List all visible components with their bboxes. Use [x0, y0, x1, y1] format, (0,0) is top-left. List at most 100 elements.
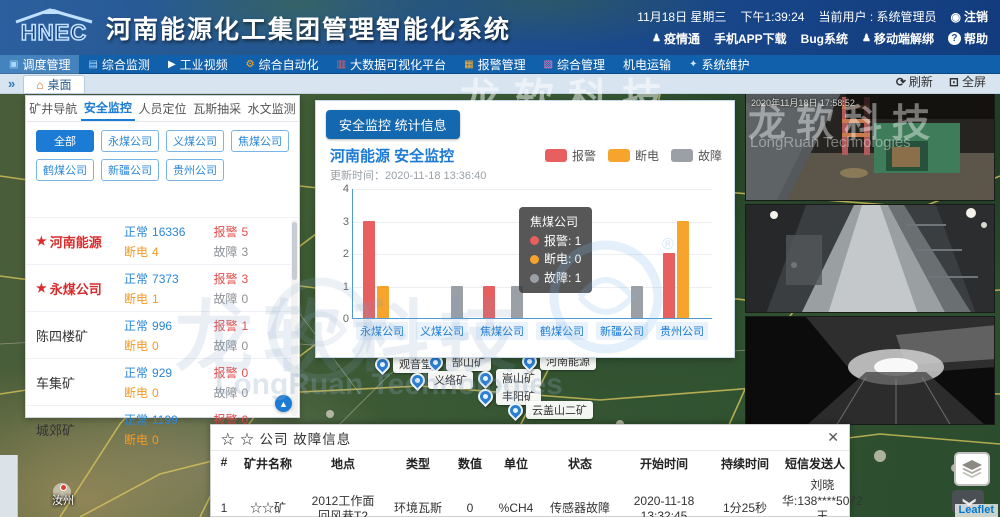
- bar-贵州公司-断电[interactable]: [677, 221, 689, 319]
- column-header-状态: 状态: [541, 451, 619, 476]
- company-row[interactable]: 车集矿正常929报警0断电0故障0: [26, 358, 299, 405]
- legend-item-报警[interactable]: 报警: [545, 147, 596, 164]
- legend-item-断电[interactable]: 断电: [608, 147, 659, 164]
- nav-item-调度管理[interactable]: ▣调度管理: [0, 55, 79, 74]
- filter-button-义煤公司[interactable]: 义煤公司: [166, 130, 224, 152]
- stat-fault: 故障3: [213, 243, 285, 260]
- svg-text:HNEC: HNEC: [21, 20, 87, 45]
- tooltip-dot: [530, 236, 539, 245]
- chart-x-labels: 永煤公司义煤公司焦煤公司鹤煤公司新疆公司贵州公司: [352, 322, 712, 342]
- map-pin-icon: [475, 367, 496, 388]
- header-link-label: Bug系统: [801, 30, 848, 47]
- stat-alarm: 报警3: [213, 270, 285, 287]
- nav-item-label: 系统维护: [701, 56, 749, 73]
- scroll-up-button[interactable]: ▲: [275, 395, 292, 412]
- column-header-短信发送人: 短信发送人: [781, 451, 849, 476]
- header-link-手机APP下载[interactable]: 手机APP下载: [714, 30, 787, 47]
- stat-normal: 正常7373: [124, 270, 213, 287]
- company-stats: 正常7373报警3断电1故障0: [124, 270, 285, 307]
- nav-item-综合监测[interactable]: ▤综合监测: [79, 55, 158, 74]
- nav-item-系统维护[interactable]: ✦系统维护: [680, 55, 758, 74]
- tooltip-dot: [530, 255, 539, 264]
- company-row[interactable]: 陈四楼矿正常996报警1断电0故障0: [26, 311, 299, 358]
- filter-button-全部[interactable]: 全部: [36, 130, 94, 152]
- camera-feed-2[interactable]: [745, 204, 995, 313]
- company-stats: 正常16336报警5断电4故障3: [124, 223, 285, 260]
- map-pin-义络矿[interactable]: 义络矿: [410, 371, 473, 389]
- filter-button-焦煤公司[interactable]: 焦煤公司: [231, 130, 289, 152]
- stats-header-button[interactable]: 安全监控 统计信息: [326, 110, 460, 139]
- nav-item-综合自动化[interactable]: ⚙综合自动化: [237, 55, 328, 74]
- app-root: 观音堂郜山矿义络矿嵩山矿丰阳矿云盖山二矿河南能源汝州 ❮ Leaflet HNE…: [0, 0, 1000, 517]
- header-link-疫情通[interactable]: ♟疫情通: [652, 30, 700, 47]
- cell-数值: 0: [449, 476, 491, 517]
- filter-button-新疆公司[interactable]: 新疆公司: [101, 159, 159, 181]
- panel-tab-人员定位[interactable]: 人员定位: [135, 96, 190, 121]
- header-link-label: 手机APP下载: [714, 30, 787, 47]
- filter-button-永煤公司[interactable]: 永煤公司: [101, 130, 159, 152]
- panel-tab-水文监测[interactable]: 水文监测: [244, 96, 299, 121]
- header-link-移动端解绑[interactable]: ♟移动端解绑: [862, 30, 934, 47]
- filter-button-贵州公司[interactable]: 贵州公司: [166, 159, 224, 181]
- bar-贵州公司-报警[interactable]: [663, 253, 675, 318]
- map-layers-control[interactable]: [954, 452, 990, 486]
- company-row[interactable]: ★河南能源正常16336报警5断电4故障3: [26, 217, 299, 264]
- company-name-label: 陈四楼矿: [36, 326, 88, 345]
- legend-item-故障[interactable]: 故障: [671, 147, 722, 164]
- panel-scrollbar[interactable]: [291, 220, 298, 416]
- filter-button-鹤煤公司[interactable]: 鹤煤公司: [36, 159, 94, 181]
- chart-tooltip: 焦煤公司报警: 1断电: 0故障: 1: [519, 207, 592, 293]
- legend-swatch: [545, 149, 567, 162]
- fault-table-row[interactable]: 1☆☆矿2012工作面 回风巷T2环境瓦斯0%CH4传感器故障2020-11-1…: [211, 476, 849, 517]
- company-name: ★河南能源: [36, 232, 124, 251]
- sidebar-expander[interactable]: »: [8, 76, 15, 91]
- stat-poweroff: 断电4: [124, 243, 213, 260]
- panel-tab-瓦斯抽采[interactable]: 瓦斯抽采: [190, 96, 245, 121]
- company-name-label: 城郊矿: [36, 420, 75, 439]
- leaflet-attribution[interactable]: Leaflet: [955, 504, 998, 517]
- close-icon[interactable]: ✕: [827, 429, 839, 446]
- nav-item-label: 综合管理: [557, 56, 605, 73]
- nav-item-label: 工业视频: [180, 56, 228, 73]
- stat-fault: 故障0: [213, 384, 285, 401]
- map-pin-云盖山二矿[interactable]: 云盖山二矿: [508, 401, 593, 419]
- nav-item-大数据可视化平台[interactable]: ▥大数据可视化平台: [328, 55, 455, 74]
- camera-feed-3[interactable]: [745, 316, 995, 425]
- tab-desktop[interactable]: ⌂ 桌面: [23, 75, 84, 93]
- panel-tab-矿井导航[interactable]: 矿井导航: [26, 96, 81, 121]
- bar-焦煤公司-报警[interactable]: [483, 286, 495, 319]
- nav-item-工业视频[interactable]: ▶ 工业视频: [159, 55, 237, 74]
- header-link-帮助[interactable]: ?帮助: [948, 30, 988, 47]
- company-row[interactable]: ★永煤公司正常7373报警3断电1故障0: [26, 264, 299, 311]
- panel-tab-安全监控[interactable]: 安全监控: [81, 96, 136, 121]
- y-tick-label: 3: [331, 216, 349, 228]
- nav-item-综合管理[interactable]: ▧综合管理: [535, 55, 614, 74]
- y-tick-label: 4: [331, 183, 349, 195]
- fullscreen-button[interactable]: ⊡全屏: [949, 73, 986, 90]
- nav-item-报警管理[interactable]: ▦报警管理: [455, 55, 534, 74]
- nav-item-机电运输[interactable]: 机电运输: [614, 55, 680, 74]
- bar-永煤公司-断电[interactable]: [377, 286, 389, 319]
- stat-alarm: 报警0: [213, 364, 285, 381]
- column-header-类型: 类型: [387, 451, 449, 476]
- stat-poweroff: 断电0: [124, 337, 213, 354]
- camera-feed-1[interactable]: 2020年11月18日 17:58:52: [745, 92, 995, 201]
- y-tick-label: 0: [331, 313, 349, 325]
- stat-alarm: 报警1: [213, 317, 285, 334]
- logout-button[interactable]: ◉注销: [951, 8, 989, 25]
- nav-item-icon: ▶: [168, 60, 176, 70]
- nav-item-label: 大数据可视化平台: [350, 56, 446, 73]
- header-link-Bug系统[interactable]: Bug系统: [801, 30, 848, 47]
- layers-icon: [961, 459, 983, 479]
- column-header-#: #: [211, 451, 237, 476]
- map-pin-嵩山矿[interactable]: 嵩山矿: [478, 369, 541, 387]
- refresh-button[interactable]: ⟳刷新: [896, 73, 933, 90]
- bar-永煤公司-报警[interactable]: [363, 221, 375, 319]
- question-icon: ?: [948, 32, 961, 45]
- star-icon: ★: [36, 281, 47, 295]
- tooltip-row: 故障: 1: [530, 269, 581, 288]
- bar-义煤公司-故障[interactable]: [451, 286, 463, 319]
- tooltip-text: 故障: 1: [544, 269, 581, 288]
- star-icon: ★: [36, 234, 47, 248]
- bar-新疆公司-故障[interactable]: [631, 286, 643, 319]
